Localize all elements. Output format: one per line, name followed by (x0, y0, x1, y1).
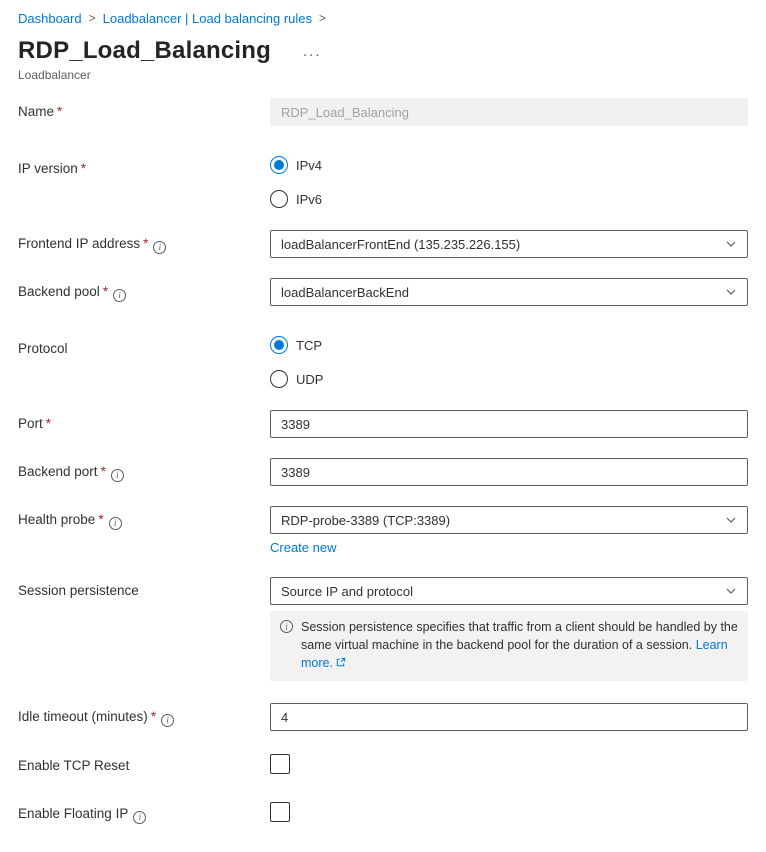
tcp-reset-row: Enable TCP Reset (18, 754, 748, 779)
name-row: Name* (18, 98, 748, 126)
backend-port-label: Backend port*i (18, 458, 270, 486)
required-marker: * (98, 512, 103, 527)
tcp-reset-label: Enable TCP Reset (18, 754, 270, 779)
name-label: Name* (18, 98, 270, 126)
session-persistence-dropdown[interactable]: Source IP and protocol (270, 577, 748, 605)
tcp-reset-checkbox[interactable] (270, 754, 290, 774)
radio-unselected-icon (270, 370, 288, 388)
info-icon[interactable]: i (111, 469, 124, 482)
breadcrumb-dashboard-link[interactable]: Dashboard (18, 11, 82, 26)
frontend-ip-value: loadBalancerFrontEnd (135.235.226.155) (281, 237, 520, 252)
idle-timeout-row: Idle timeout (minutes)*i (18, 703, 748, 731)
page-title: RDP_Load_Balancing (18, 36, 271, 66)
info-icon[interactable]: i (153, 241, 166, 254)
info-icon[interactable]: i (161, 714, 174, 727)
backend-pool-value: loadBalancerBackEnd (281, 285, 409, 300)
ipv4-option-label: IPv4 (296, 158, 322, 173)
required-marker: * (46, 416, 51, 431)
create-new-link[interactable]: Create new (270, 540, 336, 555)
required-marker: * (143, 236, 148, 251)
frontend-ip-dropdown[interactable]: loadBalancerFrontEnd (135.235.226.155) (270, 230, 748, 258)
info-icon: i (280, 620, 293, 633)
backend-pool-row: Backend pool*i loadBalancerBackEnd (18, 278, 748, 306)
protocol-tcp-option[interactable]: TCP (270, 335, 748, 355)
required-marker: * (101, 464, 106, 479)
page-header: RDP_Load_Balancing ... (18, 36, 748, 66)
floating-ip-label: Enable Floating IPi (18, 802, 270, 827)
tcp-option-label: TCP (296, 338, 322, 353)
backend-pool-label: Backend pool*i (18, 278, 270, 306)
info-icon[interactable]: i (109, 517, 122, 530)
health-probe-label: Health probe*i (18, 506, 270, 557)
health-probe-row: Health probe*i RDP-probe-3389 (TCP:3389)… (18, 506, 748, 557)
chevron-down-icon (725, 514, 737, 526)
backend-port-row: Backend port*i (18, 458, 748, 486)
session-persistence-value: Source IP and protocol (281, 584, 413, 599)
backend-port-input[interactable] (270, 458, 748, 486)
chevron-down-icon (725, 286, 737, 298)
floating-ip-row: Enable Floating IPi (18, 802, 748, 827)
port-row: Port* (18, 410, 748, 438)
required-marker: * (103, 284, 108, 299)
radio-unselected-icon (270, 190, 288, 208)
info-icon[interactable]: i (113, 289, 126, 302)
breadcrumb-loadbalancer-link[interactable]: Loadbalancer | Load balancing rules (103, 11, 312, 26)
ip-version-row: IP version* IPv4 IPv6 (18, 155, 748, 209)
ip-version-ipv6-option[interactable]: IPv6 (270, 189, 748, 209)
required-marker: * (151, 709, 156, 724)
session-persistence-info-text: Session persistence specifies that traff… (301, 618, 738, 673)
info-icon[interactable]: i (133, 811, 146, 824)
port-label: Port* (18, 410, 270, 438)
load-balancing-rule-page: Dashboard > Loadbalancer | Load balancin… (0, 0, 766, 852)
more-options-button[interactable]: ... (303, 45, 322, 57)
required-marker: * (57, 104, 62, 119)
breadcrumb: Dashboard > Loadbalancer | Load balancin… (18, 8, 748, 28)
protocol-udp-option[interactable]: UDP (270, 369, 748, 389)
page-subtitle: Loadbalancer (18, 68, 748, 82)
session-persistence-row: Session persistence Source IP and protoc… (18, 577, 748, 681)
breadcrumb-separator: > (318, 11, 327, 25)
ip-version-label: IP version* (18, 155, 270, 209)
backend-pool-dropdown[interactable]: loadBalancerBackEnd (270, 278, 748, 306)
protocol-label: Protocol (18, 335, 270, 389)
chevron-down-icon (725, 585, 737, 597)
external-link-icon (335, 655, 346, 673)
radio-selected-icon (270, 156, 288, 174)
frontend-ip-row: Frontend IP address*i loadBalancerFrontE… (18, 230, 748, 258)
udp-option-label: UDP (296, 372, 323, 387)
session-persistence-info-box: i Session persistence specifies that tra… (270, 611, 748, 681)
breadcrumb-separator: > (88, 11, 97, 25)
ip-version-ipv4-option[interactable]: IPv4 (270, 155, 748, 175)
health-probe-dropdown[interactable]: RDP-probe-3389 (TCP:3389) (270, 506, 748, 534)
ipv6-option-label: IPv6 (296, 192, 322, 207)
name-input (270, 98, 748, 126)
required-marker: * (81, 161, 86, 176)
floating-ip-checkbox[interactable] (270, 802, 290, 822)
frontend-ip-label: Frontend IP address*i (18, 230, 270, 258)
session-persistence-label: Session persistence (18, 577, 270, 681)
radio-selected-icon (270, 336, 288, 354)
health-probe-value: RDP-probe-3389 (TCP:3389) (281, 513, 450, 528)
rule-form: Name* IP version* IPv4 IPv6 (18, 98, 748, 852)
idle-timeout-label: Idle timeout (minutes)*i (18, 703, 270, 731)
port-input[interactable] (270, 410, 748, 438)
idle-timeout-input[interactable] (270, 703, 748, 731)
chevron-down-icon (725, 238, 737, 250)
protocol-row: Protocol TCP UDP (18, 335, 748, 389)
